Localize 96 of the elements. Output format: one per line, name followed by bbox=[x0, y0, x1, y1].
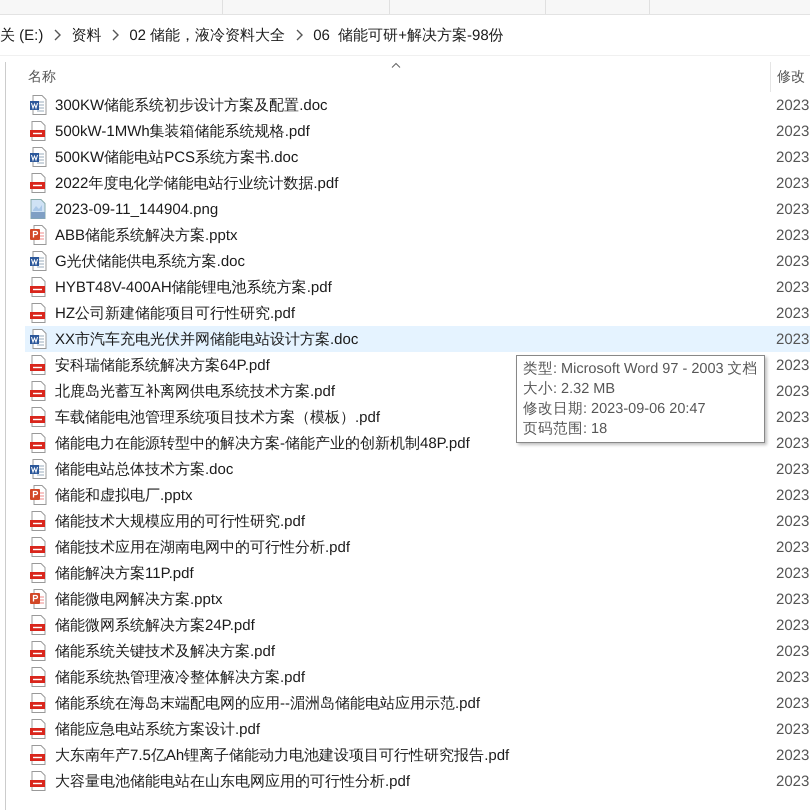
powerpoint-file-icon bbox=[29, 225, 47, 245]
sort-caret-icon bbox=[391, 62, 401, 68]
powerpoint-file-icon bbox=[29, 485, 47, 505]
file-date: 2023 bbox=[776, 538, 810, 556]
breadcrumb-item[interactable]: 关 (E:) bbox=[0, 26, 44, 44]
pdf-file-icon bbox=[29, 719, 47, 739]
file-name: 储能电站总体技术方案.doc bbox=[55, 460, 234, 478]
pdf-file-icon bbox=[29, 641, 47, 661]
pdf-file-icon bbox=[29, 511, 47, 531]
file-date: 2023 bbox=[776, 512, 810, 530]
file-name: 储能技术大规模应用的可行性研究.pdf bbox=[55, 512, 306, 530]
file-date: 2023 bbox=[776, 668, 810, 686]
pdf-file-icon bbox=[29, 667, 47, 687]
pdf-file-icon bbox=[29, 381, 47, 401]
pdf-file-icon bbox=[29, 615, 47, 635]
file-name: 储能微网系统解决方案24P.pdf bbox=[55, 616, 255, 634]
file-date: 2023 bbox=[776, 720, 810, 738]
chevron-icon bbox=[111, 29, 120, 41]
file-date: 2023 bbox=[776, 122, 810, 140]
file-name: 储能电力在能源转型中的解决方案-储能产业的创新机制48P.pdf bbox=[55, 434, 470, 452]
file-name: 储能解决方案11P.pdf bbox=[55, 564, 194, 582]
word-file-icon bbox=[29, 459, 47, 479]
pdf-file-icon bbox=[29, 745, 47, 765]
column-header[interactable]: 修改 bbox=[777, 68, 805, 86]
file-date: 2023 bbox=[776, 746, 810, 764]
file-name: 储能微电网解决方案.pptx bbox=[55, 590, 223, 608]
file-date: 2023 bbox=[776, 382, 810, 400]
pdf-file-icon bbox=[29, 693, 47, 713]
pdf-file-icon bbox=[29, 771, 47, 791]
file-name: 500kW-1MWh集装箱储能系统规格.pdf bbox=[55, 122, 310, 140]
file-name: 储能技术应用在湖南电网中的可行性分析.pdf bbox=[55, 538, 350, 556]
file-date: 2023 bbox=[776, 96, 810, 114]
file-name: 储能系统关键技术及解决方案.pdf bbox=[55, 642, 276, 660]
file-date: 2023 bbox=[776, 356, 810, 374]
file-date: 2023 bbox=[776, 460, 810, 478]
file-date: 2023 bbox=[776, 330, 810, 348]
file-name: 安科瑞储能系统解决方案64P.pdf bbox=[55, 356, 270, 374]
tooltip-line: 修改日期: 2023-09-06 20:47 bbox=[523, 400, 707, 419]
file-date: 2023 bbox=[776, 200, 810, 218]
selected-row[interactable]: XX市汽车充电光伏并网储能电站设计方案.doc 2023 bbox=[25, 326, 810, 352]
file-name: 大容量电池储能电站在山东电网应用的可行性分析.pdf bbox=[55, 772, 410, 790]
file-name: G光伏储能供电系统方案.doc bbox=[55, 252, 246, 270]
image-file-icon bbox=[29, 199, 47, 219]
column-header[interactable]: 名称 bbox=[28, 68, 56, 86]
file-date: 2023 bbox=[776, 772, 810, 790]
file-date: 2023 bbox=[776, 304, 810, 322]
breadcrumb-item[interactable]: 06 储能可研+解决方案-98份 bbox=[313, 26, 504, 44]
word-file-icon bbox=[29, 251, 47, 271]
file-date: 2023 bbox=[776, 408, 810, 426]
file-date: 2023 bbox=[776, 226, 810, 244]
file-date: 2023 bbox=[776, 174, 810, 192]
pdf-file-icon bbox=[29, 407, 47, 427]
pdf-file-icon bbox=[29, 355, 47, 375]
file-name: XX市汽车充电光伏并网储能电站设计方案.doc bbox=[55, 330, 358, 348]
file-date: 2023 bbox=[776, 486, 810, 504]
chevron-icon bbox=[53, 29, 62, 41]
file-name: 储能系统在海岛末端配电网的应用--湄洲岛储能电站应用示范.pdf bbox=[55, 694, 480, 712]
pdf-file-icon bbox=[29, 433, 47, 453]
file-name: 300KW储能系统初步设计方案及配置.doc bbox=[55, 96, 328, 114]
pdf-file-icon bbox=[29, 277, 47, 297]
file-name: 储能应急电站系统方案设计.pdf bbox=[55, 720, 260, 738]
pdf-file-icon bbox=[29, 563, 47, 583]
word-file-icon bbox=[29, 95, 47, 115]
chevron-icon bbox=[295, 29, 304, 41]
breadcrumb-item[interactable]: 02 储能，液冷资料大全 bbox=[129, 26, 286, 44]
file-name: 储能和虚拟电厂.pptx bbox=[55, 486, 193, 504]
file-name: 2022年度电化学储能电站行业统计数据.pdf bbox=[55, 174, 338, 192]
word-file-icon bbox=[29, 329, 47, 349]
file-date: 2023 bbox=[776, 278, 810, 296]
pdf-file-icon bbox=[29, 303, 47, 323]
file-name: 车载储能电池管理系统项目技术方案（模板）.pdf bbox=[55, 408, 380, 426]
file-date: 2023 bbox=[776, 694, 810, 712]
file-date: 2023 bbox=[776, 252, 810, 270]
file-date: 2023 bbox=[776, 434, 810, 452]
file-name: 500KW储能电站PCS系统方案书.doc bbox=[55, 148, 298, 166]
pdf-file-icon bbox=[29, 173, 47, 193]
word-file-icon bbox=[29, 147, 47, 167]
file-name: HZ公司新建储能项目可行性研究.pdf bbox=[55, 304, 296, 322]
file-name: 大东南年产7.5亿Ah锂离子储能动力电池建设项目可行性研究报告.pdf bbox=[55, 746, 510, 764]
file-name: 储能系统热管理液冷整体解决方案.pdf bbox=[55, 668, 306, 686]
file-date: 2023 bbox=[776, 642, 810, 660]
file-date: 2023 bbox=[776, 564, 810, 582]
breadcrumb-item[interactable]: 资料 bbox=[71, 26, 102, 44]
pdf-file-icon bbox=[29, 537, 47, 557]
powerpoint-file-icon bbox=[29, 589, 47, 609]
pdf-file-icon bbox=[29, 121, 47, 141]
tooltip-line: 页码范围: 18 bbox=[523, 420, 608, 439]
file-name: HYBT48V-400AH储能锂电池系统方案.pdf bbox=[55, 278, 332, 296]
file-date: 2023 bbox=[776, 148, 810, 166]
tooltip-line: 大小: 2.32 MB bbox=[523, 380, 616, 399]
file-name: 北鹿岛光蓄互补离网供电系统技术方案.pdf bbox=[55, 382, 336, 400]
file-name: 2023-09-11_144904.png bbox=[55, 200, 218, 218]
tooltip-line: 类型: Microsoft Word 97 - 2003 文档 bbox=[523, 360, 758, 379]
file-name: ABB储能系统解决方案.pptx bbox=[55, 226, 238, 244]
file-date: 2023 bbox=[776, 616, 810, 634]
file-date: 2023 bbox=[776, 590, 810, 608]
